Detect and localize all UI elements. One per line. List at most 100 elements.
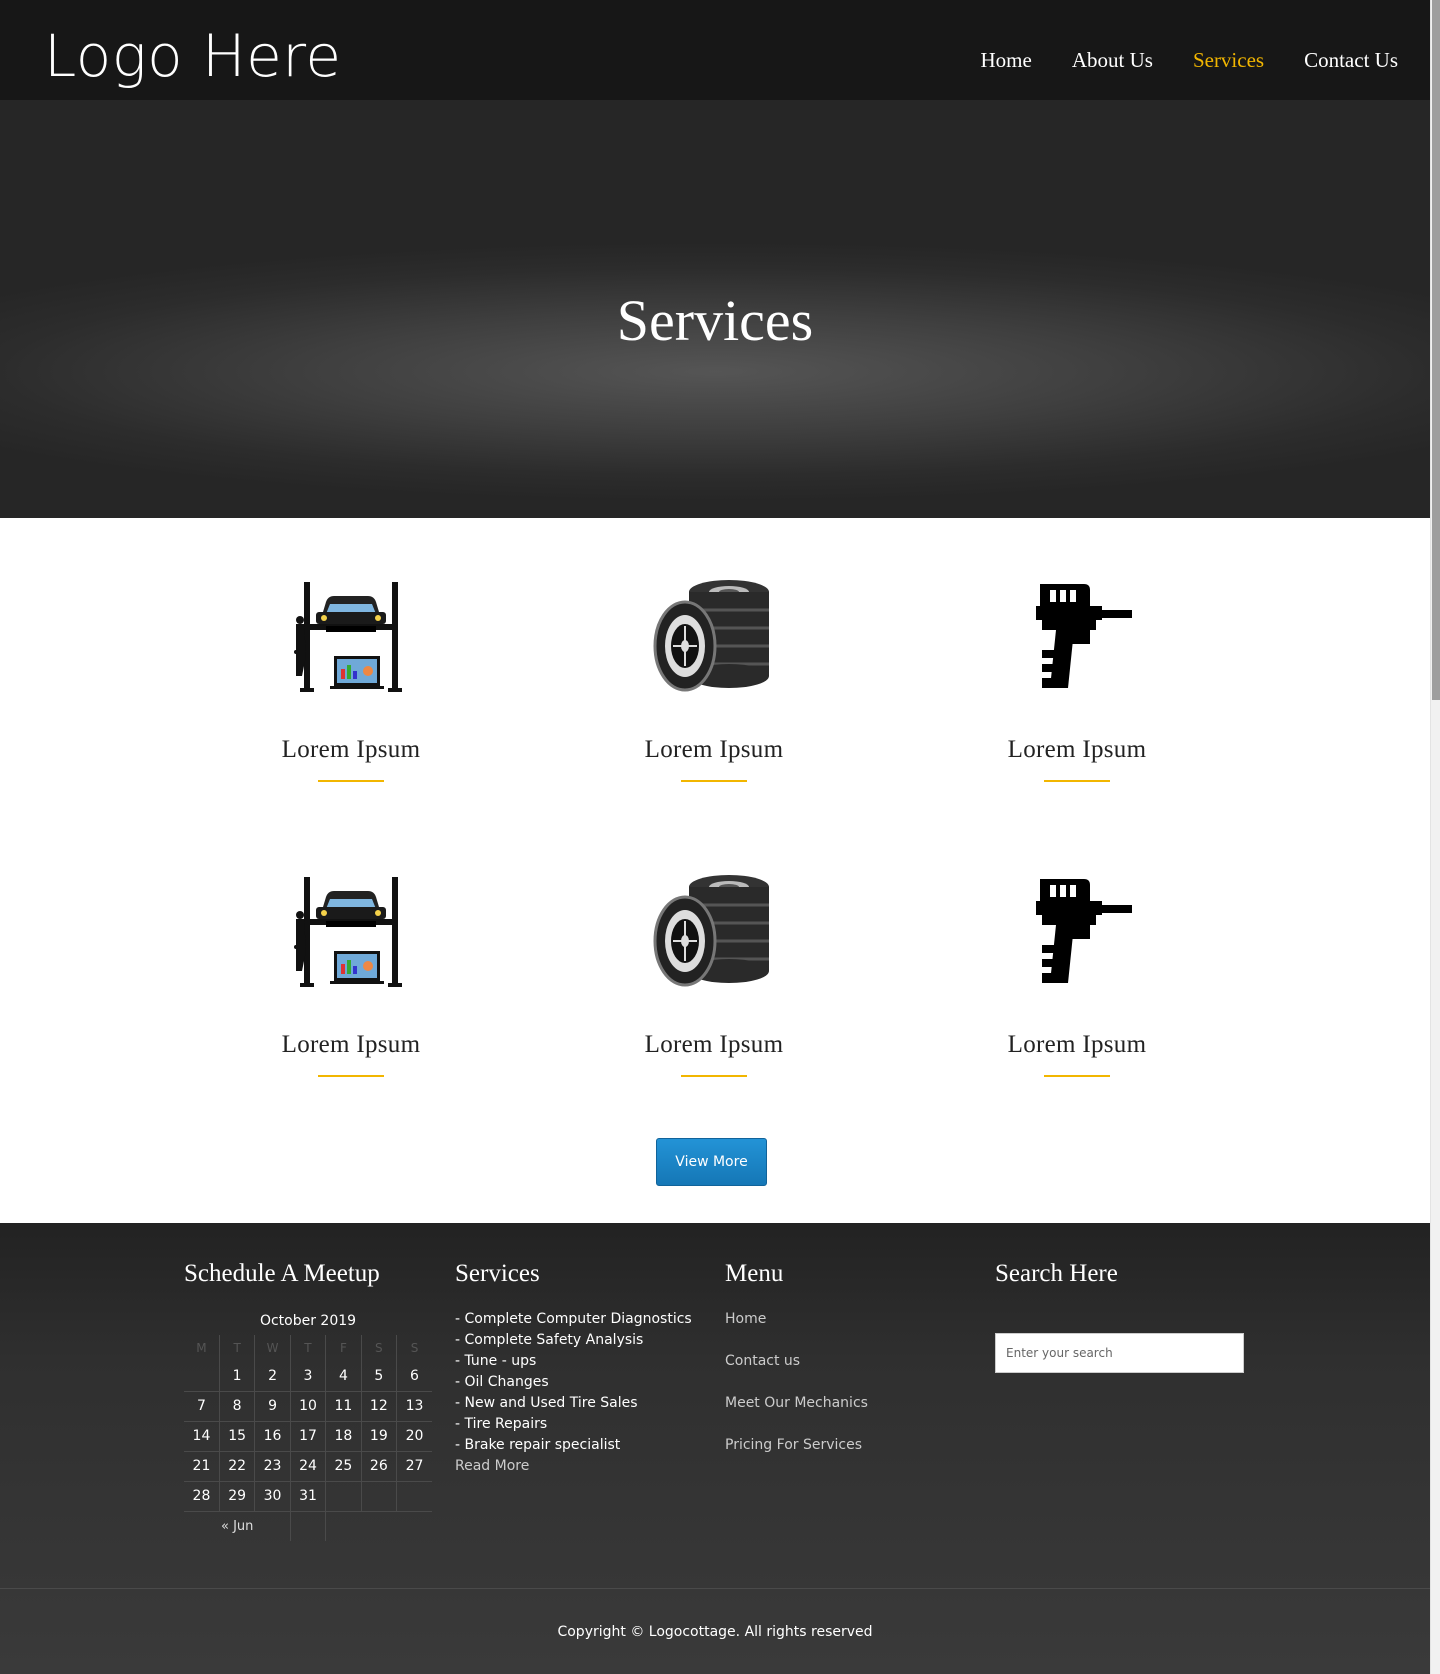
calendar-day[interactable]: 15 <box>219 1421 256 1452</box>
service-card[interactable]: Lorem Ipsum <box>937 576 1217 782</box>
weekday-label: T <box>219 1335 256 1361</box>
calendar-day[interactable]: 18 <box>325 1421 362 1452</box>
nav-about-us[interactable]: About Us <box>1072 46 1153 74</box>
site-header: Logo Here Home About Us Services Contact… <box>0 0 1430 100</box>
footer-service-item: - Oil Changes <box>455 1374 549 1390</box>
calendar-day[interactable]: 28 <box>184 1481 220 1512</box>
calendar-day[interactable]: 20 <box>396 1421 432 1452</box>
footer-service-item: - Tune - ups <box>455 1353 537 1369</box>
weekday-label: S <box>410 1341 419 1355</box>
footer-menu-contact-us[interactable]: Contact us <box>725 1351 868 1393</box>
calendar-day[interactable]: 22 <box>219 1451 256 1482</box>
calendar-day <box>325 1481 362 1512</box>
calendar-day[interactable]: 4 <box>325 1361 362 1392</box>
service-card[interactable]: Lorem Ipsum <box>211 871 491 1077</box>
page-scrollbar[interactable] <box>1430 0 1440 1674</box>
footer-services-title: Services <box>455 1260 540 1287</box>
service-underline <box>1044 780 1110 782</box>
calendar-day[interactable]: 16 <box>254 1421 291 1452</box>
weekday-label: M <box>184 1335 220 1361</box>
footer-service-item: - Complete Safety Analysis <box>455 1332 644 1348</box>
footer-menu-pricing[interactable]: Pricing For Services <box>725 1435 868 1477</box>
calendar-prev-month-link[interactable]: « Jun <box>184 1511 291 1541</box>
service-underline <box>318 1075 384 1077</box>
scrollbar-thumb[interactable] <box>1432 0 1440 700</box>
service-title: Lorem Ipsum <box>1007 736 1147 763</box>
service-card[interactable]: Lorem Ipsum <box>937 871 1217 1077</box>
calendar-day[interactable]: 7 <box>184 1391 220 1422</box>
calendar-day[interactable]: 10 <box>290 1391 327 1422</box>
site-logo[interactable]: Logo Here <box>44 20 342 92</box>
services-section: Lorem Ipsum Lorem Ipsum Lorem Ipsum Lore… <box>0 518 1430 1223</box>
calendar-day[interactable]: 24 <box>290 1451 327 1482</box>
service-underline <box>681 780 747 782</box>
calendar-day[interactable]: 29 <box>219 1481 256 1512</box>
calendar-day[interactable]: 1 <box>219 1361 256 1392</box>
footer-services-list: - Complete Computer Diagnostics - Comple… <box>455 1309 692 1477</box>
weekday-label: W <box>254 1335 291 1361</box>
view-more-button[interactable]: View More <box>656 1138 767 1186</box>
service-title: Lorem Ipsum <box>1007 1031 1147 1058</box>
tire-stack-icon <box>653 875 769 987</box>
calendar-day[interactable]: 3 <box>290 1361 327 1392</box>
main-nav: Home About Us Services Contact Us <box>981 46 1398 74</box>
page-title: Services <box>616 287 814 353</box>
calendar-day[interactable]: 12 <box>361 1391 398 1422</box>
calendar-day <box>184 1361 220 1392</box>
calendar-day[interactable]: 5 <box>361 1361 398 1392</box>
calendar-day[interactable]: 23 <box>254 1451 291 1482</box>
calendar-day[interactable]: 25 <box>325 1451 362 1482</box>
service-title: Lorem Ipsum <box>644 736 784 763</box>
service-card[interactable]: Lorem Ipsum <box>211 576 491 782</box>
nav-home[interactable]: Home <box>981 46 1032 74</box>
service-underline <box>681 1075 747 1077</box>
service-title: Lorem Ipsum <box>281 1031 421 1058</box>
calendar-day[interactable]: 2 <box>254 1361 291 1392</box>
copyright-text: Copyright © Logocottage. All rights rese… <box>557 1624 873 1640</box>
service-title: Lorem Ipsum <box>281 736 421 763</box>
car-lift-icon <box>294 582 402 692</box>
hero-banner: Services <box>0 100 1430 518</box>
calendar-day[interactable]: 27 <box>396 1451 432 1482</box>
footer-menu-mechanics[interactable]: Meet Our Mechanics <box>725 1393 868 1435</box>
calendar-caption: October 2019 <box>259 1313 357 1329</box>
footer-menu-home[interactable]: Home <box>725 1309 868 1351</box>
calendar-day[interactable]: 9 <box>254 1391 291 1422</box>
service-title: Lorem Ipsum <box>644 1031 784 1058</box>
calendar-day[interactable]: 19 <box>361 1421 398 1452</box>
calendar-day[interactable]: 21 <box>184 1451 220 1482</box>
service-underline <box>1044 1075 1110 1077</box>
calendar-day[interactable]: 31 <box>290 1481 327 1512</box>
nav-contact-us[interactable]: Contact Us <box>1304 46 1398 74</box>
footer-service-item: - Brake repair specialist <box>455 1437 621 1453</box>
calendar-day[interactable]: 30 <box>254 1481 291 1512</box>
calendar: M T W T F S S 1 2 3 4 5 6 7 8 9 10 11 12… <box>184 1335 432 1541</box>
search-input[interactable] <box>995 1333 1244 1373</box>
calendar-day[interactable]: 8 <box>219 1391 256 1422</box>
calendar-day[interactable]: 14 <box>184 1421 220 1452</box>
weekday-label: T <box>290 1335 327 1361</box>
read-more-link[interactable]: Read More <box>455 1456 692 1477</box>
footer-service-item: - Complete Computer Diagnostics <box>455 1311 692 1327</box>
service-card[interactable]: Lorem Ipsum <box>574 871 854 1077</box>
footer-menu-title: Menu <box>725 1260 784 1287</box>
calendar-day[interactable]: 26 <box>361 1451 398 1482</box>
service-underline <box>318 780 384 782</box>
service-card[interactable]: Lorem Ipsum <box>574 576 854 782</box>
calendar-pad <box>290 1511 327 1541</box>
calendar-day <box>361 1481 398 1512</box>
footer-search-title: Search Here <box>995 1260 1118 1287</box>
impact-wrench-icon <box>1036 879 1132 983</box>
calendar-day[interactable]: 11 <box>325 1391 362 1422</box>
calendar-day[interactable]: 13 <box>396 1391 432 1422</box>
page: Logo Here Home About Us Services Contact… <box>0 0 1430 1674</box>
impact-wrench-icon <box>1036 584 1132 688</box>
schedule-column: Schedule A Meetup October 2019 M T W T F… <box>184 1259 432 1541</box>
tire-stack-icon <box>653 580 769 692</box>
calendar-day[interactable]: 17 <box>290 1421 327 1452</box>
car-lift-icon <box>294 877 402 987</box>
calendar-day[interactable]: 6 <box>396 1361 432 1392</box>
site-footer: Schedule A Meetup October 2019 M T W T F… <box>0 1223 1430 1674</box>
weekday-label: S <box>361 1335 398 1361</box>
nav-services[interactable]: Services <box>1193 46 1264 74</box>
